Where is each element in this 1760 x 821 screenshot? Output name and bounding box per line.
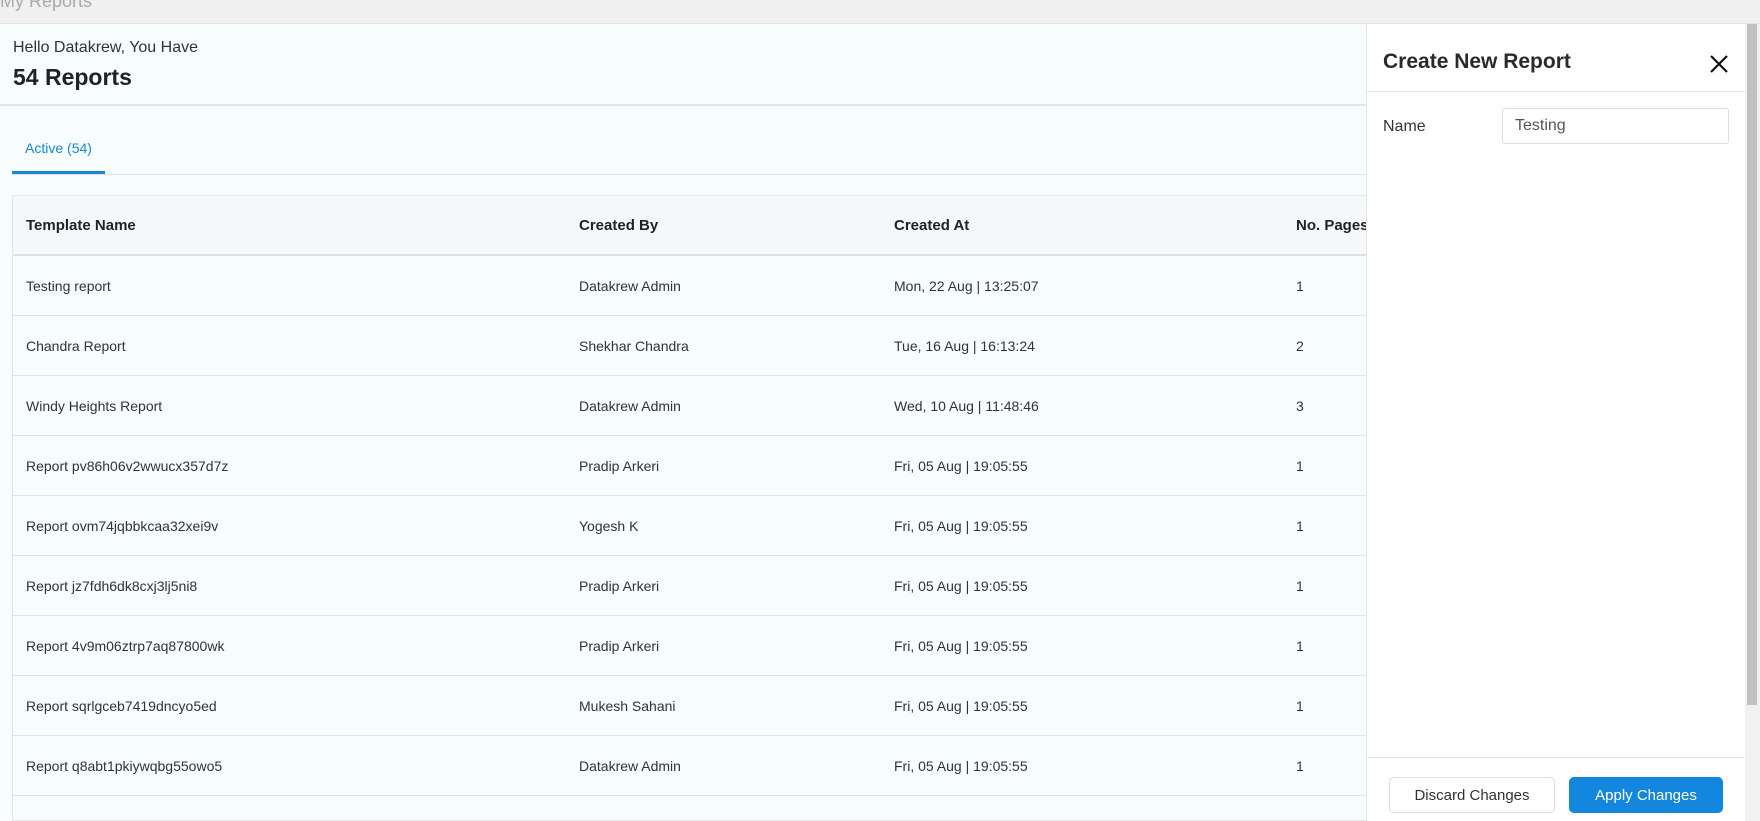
scrollbar-thumb[interactable]	[1747, 24, 1757, 705]
created-by: Mukesh Sahani	[579, 698, 676, 714]
created-by: Datakrew Admin	[579, 758, 681, 774]
template-name: Report ovm74jqbbkcaa32xei9v	[26, 518, 219, 534]
template-name: Report sqrlgceb7419dncyo5ed	[26, 698, 217, 714]
table-row[interactable]: Report 4v9m06ztrp7aq87800wk Pradip Arkeri…	[13, 616, 1366, 676]
scrollbar[interactable]	[1745, 24, 1760, 821]
create-report-panel: Create New Report Name Discard Changes A…	[1366, 24, 1745, 821]
created-at: Wed, 10 Aug | 11:48:46	[894, 398, 1039, 414]
created-by: Pradip Arkeri	[579, 458, 660, 474]
table-row[interactable]: Report sqrlgceb7419dncyo5ed Mukesh Sahani…	[13, 676, 1366, 736]
created-by: Pradip Arkeri	[579, 638, 660, 654]
page-title: My Reports	[0, 0, 93, 11]
panel-title: Create New Report	[1383, 50, 1571, 73]
close-icon[interactable]	[1707, 52, 1731, 76]
template-name: Windy Heights Report	[26, 398, 163, 414]
created-by: Pradip Arkeri	[579, 578, 660, 594]
created-at: Fri, 05 Aug | 19:05:55	[894, 698, 1028, 714]
created-by: Yogesh K	[579, 518, 639, 534]
template-name: Testing report	[26, 278, 111, 294]
tab-bar: Active (54)	[12, 130, 1366, 175]
table-row[interactable]: Report ovm74jqbbkcaa32xei9v Yogesh K Fri, …	[13, 496, 1366, 556]
created-at: Mon, 22 Aug | 13:25:07	[894, 278, 1039, 294]
column-header[interactable]: Created By	[579, 196, 658, 256]
column-header[interactable]: Created At	[894, 196, 969, 256]
page-count: 1	[1296, 698, 1304, 714]
reports-table: Template Name Created By Created At No. …	[12, 195, 1366, 821]
table-row[interactable]: Report pv86h06v2wwucx357d7z Pradip Arkeri…	[13, 436, 1366, 496]
name-input[interactable]	[1502, 108, 1729, 144]
table-row[interactable]: Chandra Report Shekhar Chandra Tue, 16 Aug…	[13, 316, 1366, 376]
created-by: Datakrew Admin	[579, 278, 681, 294]
page-count: 1	[1296, 518, 1304, 534]
column-header[interactable]: Template Name	[26, 196, 136, 256]
tab-active[interactable]: Active (54)	[12, 130, 105, 174]
top-bar: My Reports	[0, 0, 1760, 24]
page-count: 1	[1296, 278, 1304, 294]
template-name: Chandra Report	[26, 338, 126, 354]
table-row[interactable]: Windy Heights Report Datakrew Admin Wed, 1…	[13, 376, 1366, 436]
greeting: Hello Datakrew, You Have	[13, 39, 198, 56]
page-count: 1	[1296, 638, 1304, 654]
created-by: Datakrew Admin	[579, 398, 681, 414]
created-at: Tue, 16 Aug | 16:13:24	[894, 338, 1035, 354]
table-row[interactable]	[13, 796, 1366, 820]
template-name: Report 4v9m06ztrp7aq87800wk	[26, 638, 225, 654]
apply-changes-button[interactable]: Apply Changes	[1569, 777, 1723, 813]
created-at: Fri, 05 Aug | 19:05:55	[894, 578, 1028, 594]
created-at: Fri, 05 Aug | 19:05:55	[894, 638, 1028, 654]
discard-changes-button[interactable]: Discard Changes	[1389, 777, 1555, 813]
created-at: Fri, 05 Aug | 19:05:55	[894, 518, 1028, 534]
divider	[1367, 757, 1745, 758]
page-count: 2	[1296, 338, 1304, 354]
page-count: 1	[1296, 578, 1304, 594]
table-row[interactable]: Testing report Datakrew Admin Mon, 22 Aug …	[13, 256, 1366, 316]
divider	[1367, 91, 1745, 92]
created-at: Fri, 05 Aug | 19:05:55	[894, 458, 1028, 474]
created-by: Shekhar Chandra	[579, 338, 689, 354]
table-row[interactable]: Report q8abt1pkiywqbg55owo5 Datakrew Admi…	[13, 736, 1366, 796]
created-at: Fri, 05 Aug | 19:05:55	[894, 758, 1028, 774]
table-header: Template Name Created By Created At No. …	[13, 196, 1366, 256]
column-header[interactable]: No. Pages	[1296, 196, 1366, 256]
template-name: Report jz7fdh6dk8cxj3lj5ni8	[26, 578, 198, 594]
header: Hello Datakrew, You Have 54 Reports	[0, 24, 1366, 106]
table-row[interactable]: Report jz7fdh6dk8cxj3lj5ni8 Pradip Arkeri…	[13, 556, 1366, 616]
name-label: Name	[1383, 118, 1426, 135]
page-count: 1	[1296, 458, 1304, 474]
page-count: 1	[1296, 758, 1304, 774]
page-count: 3	[1296, 398, 1304, 414]
report-count: 54 Reports	[13, 64, 132, 90]
template-name: Report q8abt1pkiywqbg55owo5	[26, 758, 223, 774]
template-name: Report pv86h06v2wwucx357d7z	[26, 458, 229, 474]
